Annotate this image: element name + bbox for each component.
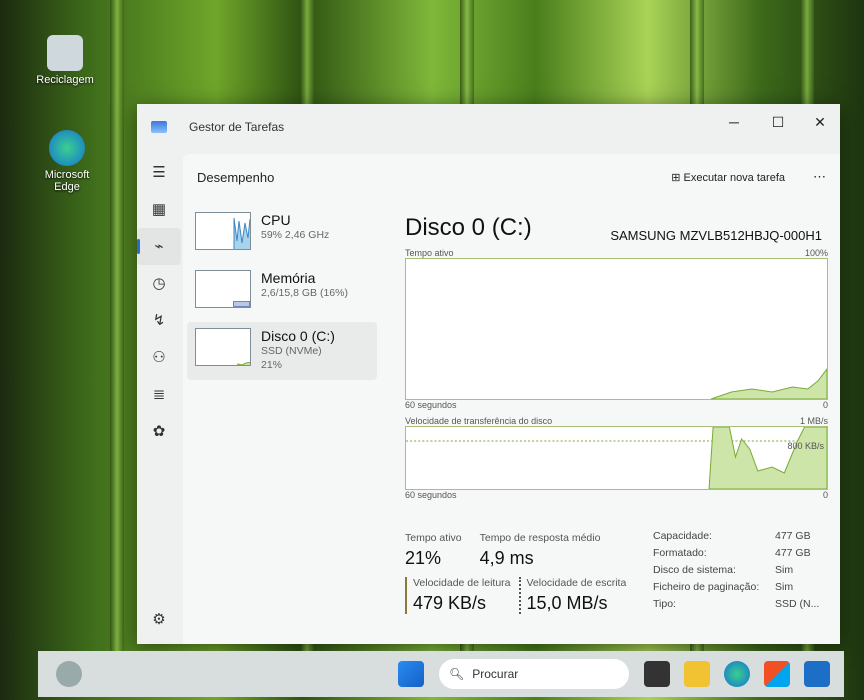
- disk-stats: Tempo ativo 21% Tempo de resposta médio 4,…: [405, 532, 645, 614]
- services-icon[interactable]: ✿: [137, 413, 181, 450]
- page-title: Desempenho: [197, 169, 275, 185]
- property-row: Disco de sistema: Sim: [653, 564, 794, 576]
- graph2-mid: 800 KB/s: [787, 441, 824, 451]
- window-title: Gestor de Tarefas: [189, 120, 285, 134]
- details-icon[interactable]: ≣: [137, 376, 181, 413]
- desktop-icon-edge[interactable]: Microsoft Edge: [32, 130, 102, 193]
- resource-list: CPU 59% 2,46 GHz Memória 2,6/15,8 GB (16%)…: [187, 206, 377, 380]
- disk-model: SAMSUNG MZVLB512HBJQ-000H1: [610, 228, 822, 243]
- task-manager-window: Gestor de Tarefas ─ ☐ ✕ ☰ ▦ ⌁ ◷ ↯ ⚇ ≣ ✿ …: [137, 104, 840, 644]
- maximize-button[interactable]: ☐: [758, 114, 798, 131]
- start-button[interactable]: [398, 661, 424, 687]
- search-icon: 🔍︎: [449, 667, 465, 681]
- resource-item-cpu[interactable]: CPU 59% 2,46 GHz: [187, 206, 377, 264]
- processes-icon[interactable]: ▦: [137, 191, 181, 228]
- read-speed-label: Velocidade de leitura: [413, 577, 511, 589]
- file-explorer-icon[interactable]: [684, 661, 710, 687]
- memory-thumbnail-graph: [195, 270, 251, 308]
- performance-icon[interactable]: ⌁: [137, 228, 181, 265]
- taskbar: 🔍︎ Procurar: [38, 651, 844, 697]
- desktop-icon-recycle-bin[interactable]: Reciclagem: [30, 35, 100, 86]
- cpu-thumbnail-graph: [195, 212, 251, 250]
- graph2-min: 0: [822, 490, 828, 500]
- graph1-xlabel: 60 segundos: [405, 400, 457, 410]
- graph1-label: Tempo ativo: [405, 248, 454, 258]
- resource-item-disk0[interactable]: Disco 0 (C:) SSD (NVMe) 21%: [187, 322, 377, 380]
- write-speed-label: Velocidade de escrita: [526, 577, 627, 589]
- close-button[interactable]: ✕: [800, 114, 840, 131]
- property-row: Formatado: 477 GB: [653, 547, 811, 559]
- read-speed-value: 479 KB/s: [413, 593, 487, 613]
- graph2-xlabel: 60 segundos: [405, 490, 457, 500]
- disk-thumbnail-graph: [195, 328, 251, 366]
- property-row: Ficheiro de paginação: Sim: [653, 581, 794, 593]
- run-new-task-button[interactable]: ⊞ Executar nova tarefa: [671, 171, 785, 184]
- property-row: Tipo: SSD (N...: [653, 598, 820, 610]
- active-time-value: 21%: [405, 548, 442, 568]
- users-icon[interactable]: ⚇: [137, 339, 181, 376]
- sidebar-nav: ☰ ▦ ⌁ ◷ ↯ ⚇ ≣ ✿ ⚙: [137, 154, 181, 644]
- new-task-icon: ⊞: [671, 171, 684, 184]
- graph2-max: 1 MB/s: [799, 416, 828, 426]
- write-speed-value: 15,0 MB/s: [526, 593, 608, 613]
- graph1-min: 0: [822, 400, 828, 410]
- graph1-max: 100%: [804, 248, 828, 258]
- widgets-icon[interactable]: [56, 661, 82, 687]
- task-manager-taskbar-icon[interactable]: [804, 661, 830, 687]
- disk-detail: Disco 0 (C:) SAMSUNG MZVLB512HBJQ-000H1 …: [405, 214, 828, 500]
- task-view-icon[interactable]: [644, 661, 670, 687]
- edge-taskbar-icon[interactable]: [724, 661, 750, 687]
- resource-item-memory[interactable]: Memória 2,6/15,8 GB (16%): [187, 264, 377, 322]
- app-history-icon[interactable]: ◷: [137, 265, 181, 302]
- disk-properties: Capacidade: 477 GB Formatado: 477 GB Disco…: [653, 528, 819, 613]
- more-options-button[interactable]: ⋯: [813, 169, 826, 185]
- graph2-label: Velocidade de transferência do disco: [405, 416, 553, 426]
- store-icon[interactable]: [764, 661, 790, 687]
- settings-icon[interactable]: ⚙: [137, 601, 181, 638]
- active-time-graph: [405, 258, 828, 400]
- response-time-value: 4,9 ms: [479, 548, 534, 568]
- startup-icon[interactable]: ↯: [137, 302, 181, 339]
- transfer-rate-graph: 800 KB/s: [405, 426, 828, 490]
- minimize-button[interactable]: ─: [714, 114, 754, 130]
- menu-icon[interactable]: ☰: [137, 154, 181, 191]
- task-manager-icon: [151, 121, 167, 133]
- response-time-label: Tempo de resposta médio: [479, 532, 601, 544]
- active-time-label: Tempo ativo: [405, 532, 462, 544]
- property-row: Capacidade: 477 GB: [653, 530, 811, 542]
- edge-icon: [49, 130, 85, 166]
- recycle-bin-icon: [47, 35, 83, 71]
- search-box[interactable]: 🔍︎ Procurar: [439, 659, 629, 689]
- performance-panel: Desempenho ⊞ Executar nova tarefa ⋯ CPU 5…: [183, 154, 840, 644]
